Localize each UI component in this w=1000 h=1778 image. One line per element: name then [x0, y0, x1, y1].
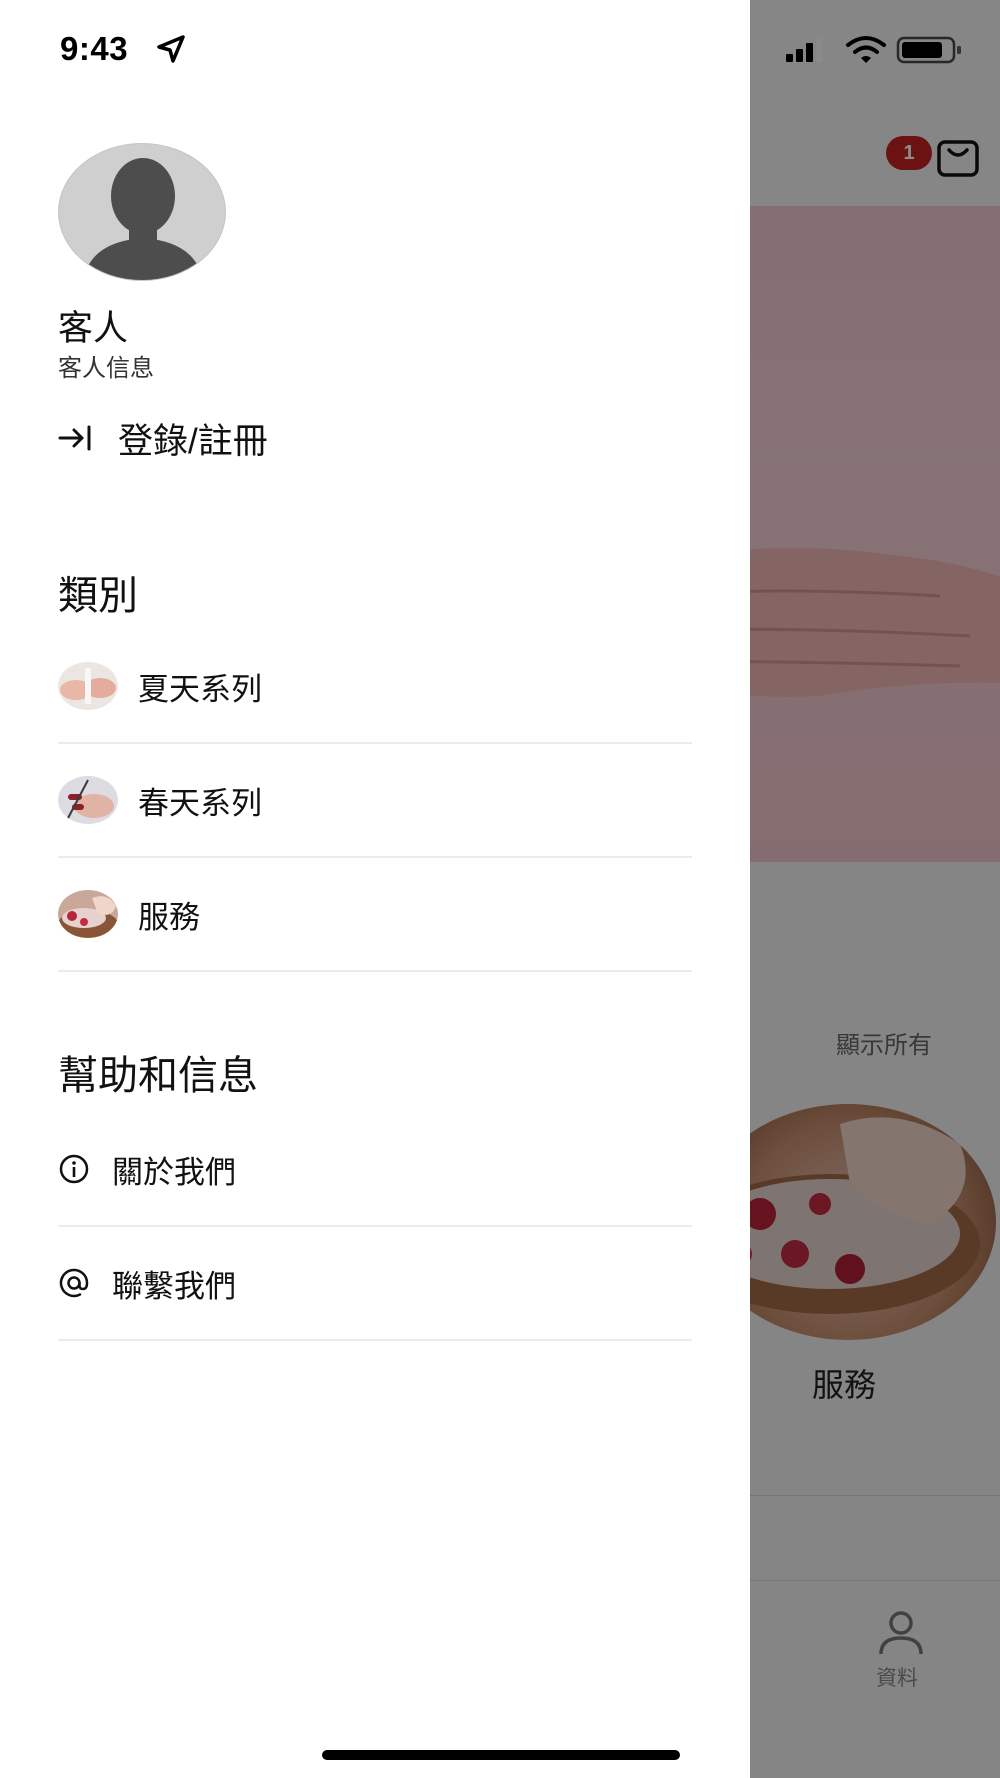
help-item-about-us[interactable]: 關於我們 — [58, 1113, 692, 1227]
category-label: 春天系列 — [138, 785, 262, 821]
categories-heading: 類別 — [58, 574, 138, 618]
location-arrow-icon — [157, 35, 185, 63]
category-label: 服務 — [138, 899, 200, 935]
category-item-summer[interactable]: 夏天系列 — [58, 630, 692, 744]
avatar[interactable] — [58, 143, 226, 281]
wifi-icon — [846, 36, 886, 63]
at-sign-icon — [59, 1268, 89, 1298]
login-register-button[interactable]: 登錄/註冊 — [58, 410, 268, 466]
info-icon — [59, 1154, 89, 1184]
side-drawer: 9:43 客人 客人信息 登錄/註冊 類別 夏天系列 春天系列 服務 幫助和信息… — [0, 0, 750, 1778]
category-label: 夏天系列 — [138, 671, 262, 707]
status-icons — [786, 36, 961, 64]
help-item-contact-us[interactable]: 聯繫我們 — [58, 1227, 692, 1341]
default-user-silhouette-icon — [83, 158, 203, 280]
status-time: 9:43 — [60, 30, 129, 67]
user-name: 客人 — [58, 309, 129, 348]
login-arrow-icon — [58, 425, 91, 451]
category-item-service[interactable]: 服務 — [58, 858, 692, 972]
summer-collection-thumb — [58, 662, 118, 710]
service-thumb — [58, 890, 118, 938]
spring-collection-thumb — [58, 776, 118, 824]
help-label: 聯繫我們 — [112, 1268, 236, 1304]
help-label: 關於我們 — [112, 1154, 236, 1190]
cellular-signal-icon — [786, 37, 823, 62]
user-subtitle: 客人信息 — [58, 355, 154, 382]
battery-icon — [896, 36, 961, 64]
category-item-spring[interactable]: 春天系列 — [58, 744, 692, 858]
help-info-heading: 幫助和信息 — [58, 1054, 258, 1098]
login-register-label: 登錄/註冊 — [118, 421, 268, 461]
home-indicator — [322, 1750, 680, 1760]
